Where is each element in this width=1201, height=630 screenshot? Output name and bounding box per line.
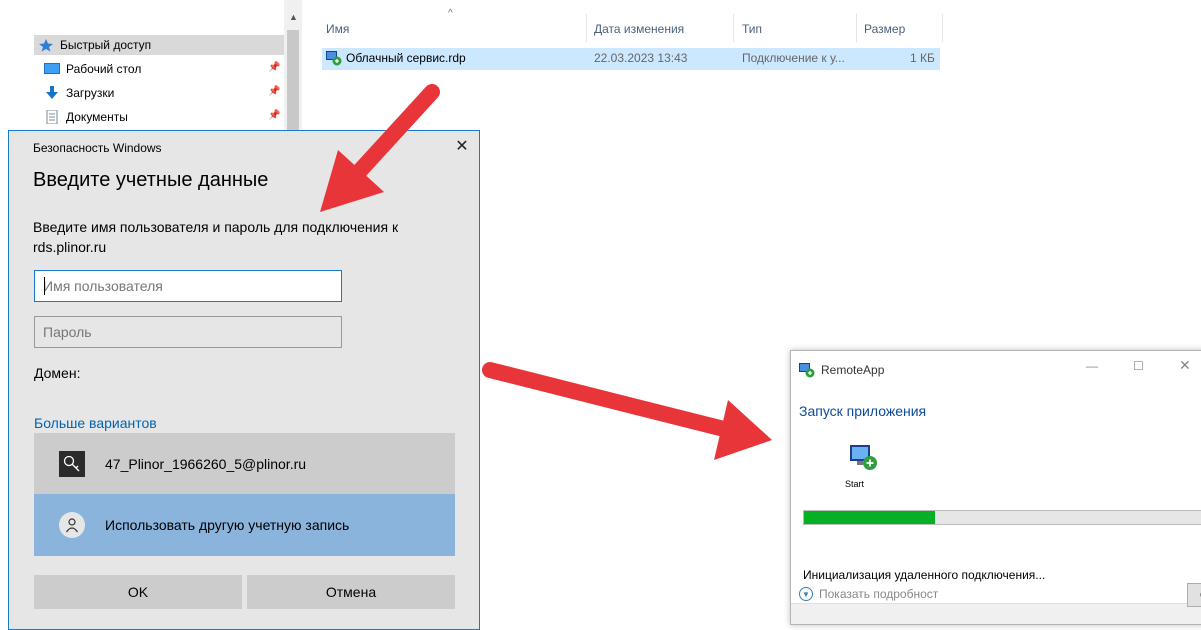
nav-item-label: Рабочий стол [66,62,142,76]
pin-icon[interactable]: 📌 [268,62,280,73]
pin-icon[interactable]: 📌 [268,110,280,121]
domain-label: Домен: [34,365,81,381]
nav-scrollbar-thumb[interactable] [287,30,299,140]
column-header-date[interactable]: Дата изменения [594,22,684,42]
remoteapp-title-icon [799,362,815,381]
chevron-down-icon: ▼ [799,587,813,601]
column-header-size[interactable]: Размер [864,22,905,42]
credentials-dialog: Безопасность Windows ✕ Введите учетные д… [8,130,480,630]
star-icon [38,38,54,52]
text-cursor [44,277,45,295]
app-name-label: Start [845,479,865,489]
remoteapp-heading: Запуск приложения [799,403,927,419]
nav-item-desktop[interactable]: Рабочий стол [44,59,141,79]
file-type: Подключение к у... [742,51,845,65]
close-icon[interactable]: ✕ [450,135,474,159]
dialog-heading: Введите учетные данные [33,169,269,191]
remoteapp-window: RemoteApp — ☐ ✕ Запуск приложения Start … [790,350,1201,625]
column-divider[interactable] [586,14,587,42]
account-option-saved[interactable]: 47_Plinor_1966260_5@plinor.ru [34,433,455,495]
dialog-description: Введите имя пользователя и пароль для по… [33,219,399,255]
ok-button[interactable]: OK [34,575,242,609]
nav-item-quick-access[interactable]: Быстрый доступ [38,35,151,55]
remoteapp-cancel-button[interactable]: О [1187,583,1201,607]
pin-icon[interactable]: 📌 [268,86,280,97]
nav-item-label: Документы [66,110,128,124]
column-divider[interactable] [856,14,857,42]
nav-item-label: Быстрый доступ [60,38,152,52]
show-details-label: Показать подробност [819,587,939,601]
user-icon [59,512,85,538]
remoteapp-footer [791,603,1201,624]
explorer-nav-pane: Быстрый доступ Рабочий стол 📌 Загрузки 📌… [0,0,302,140]
sort-ascending-icon: ^ [448,8,453,19]
account-label: 47_Plinor_1966260_5@plinor.ru [105,456,307,472]
rdp-file-icon [326,50,342,69]
remoteapp-title: RemoteApp [821,363,885,377]
column-header-name[interactable]: Имя [326,22,349,42]
scroll-up-icon[interactable]: ▲ [289,12,298,22]
file-size: 1 КБ [910,51,935,65]
account-label: Использовать другую учетную запись [105,517,350,533]
nav-item-downloads[interactable]: Загрузки [44,83,114,103]
download-icon [44,86,60,100]
account-option-other[interactable]: Использовать другую учетную запись [34,494,455,556]
cancel-button[interactable]: Отмена [247,575,455,609]
close-icon[interactable]: ✕ [1179,357,1191,374]
nav-item-label: Загрузки [66,86,115,100]
column-divider[interactable] [733,14,734,42]
remote-app-icon [848,443,880,476]
column-header-type[interactable]: Тип [742,22,762,42]
key-icon [59,451,85,477]
password-input[interactable] [34,316,342,348]
nav-item-documents[interactable]: Документы [44,107,128,127]
arrow-to-remoteapp [482,362,772,460]
progress-bar-fill [804,511,936,524]
username-input[interactable] [34,270,342,302]
show-details-toggle[interactable]: ▼ Показать подробност [799,587,938,601]
file-date: 22.03.2023 13:43 [594,51,688,65]
file-name[interactable]: Облачный сервис.rdp [346,51,466,65]
column-divider[interactable] [942,14,943,42]
maximize-icon[interactable]: ☐ [1133,359,1144,373]
desktop-icon [44,62,60,76]
documents-icon [44,109,60,125]
status-text: Инициализация удаленного подключения... [803,568,1046,582]
dialog-title: Безопасность Windows [33,141,162,155]
minimize-icon[interactable]: — [1086,359,1098,373]
more-options-link[interactable]: Больше вариантов [34,415,157,431]
progress-bar [803,510,1201,525]
